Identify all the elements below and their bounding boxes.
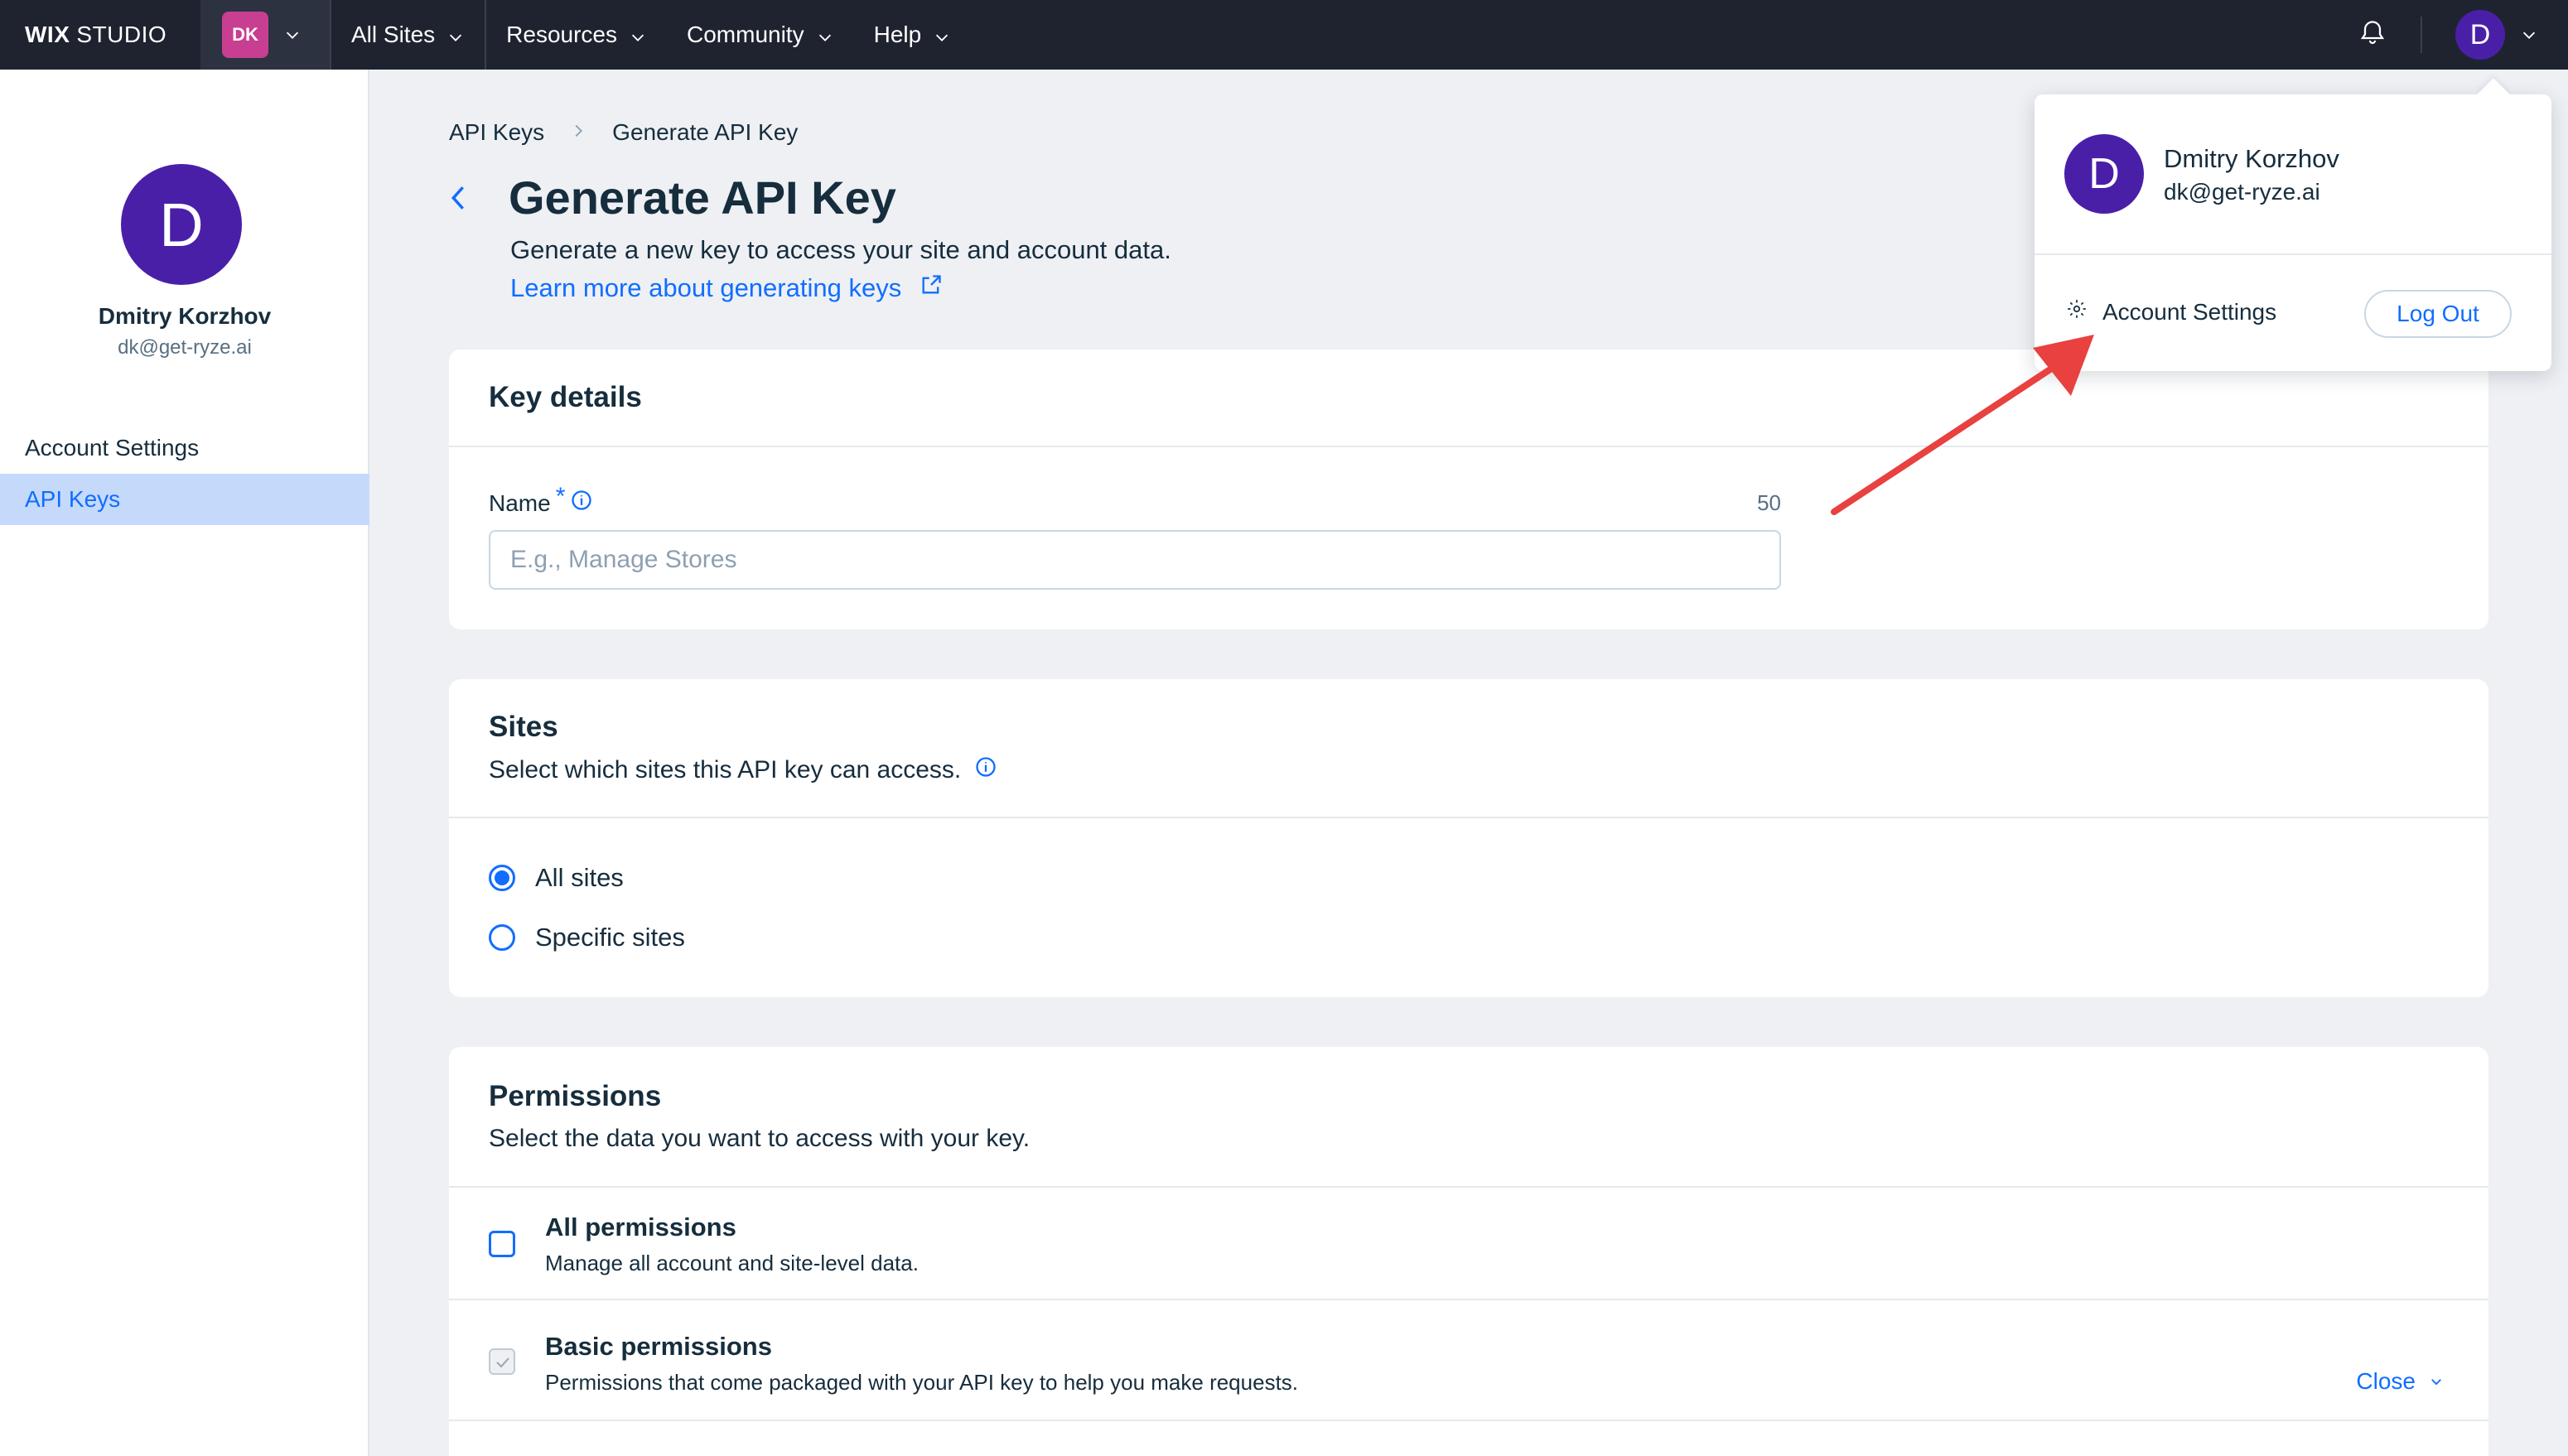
back-arrow-icon[interactable] [447,184,469,216]
nav-resources[interactable]: Resources [486,0,667,70]
character-counter: 50 [1757,490,1781,515]
radio-specific-sites-label: Specific sites [535,923,685,952]
dropdown-user-email: dk@get-ryze.ai [2164,179,2320,205]
top-right-actions: D [2358,0,2538,70]
logo-bold-text: WIX [25,22,70,47]
external-link-icon [920,273,943,303]
sidebar-user-name: Dmitry Korzhov [98,303,272,329]
all-permissions-title: All permissions [545,1213,736,1241]
radio-button[interactable] [489,924,515,951]
nav-community-label: Community [687,22,804,47]
chevron-down-icon [2520,26,2538,44]
gear-icon [2066,298,2088,325]
key-details-card: Key details Name * 50 [449,350,2488,629]
all-permissions-checkbox[interactable] [489,1231,515,1257]
bell-icon[interactable] [2358,18,2387,52]
dropdown-divider [2035,253,2551,255]
learn-more-label: Learn more about generating keys [510,273,902,302]
permissions-card: Permissions Select the data you want to … [449,1047,2488,1456]
breadcrumb-generate-api-key: Generate API Key [612,119,799,145]
nav-help[interactable]: Help [854,0,972,70]
basic-permissions-close-toggle[interactable]: Close [2356,1368,2444,1395]
nav-all-sites[interactable]: All Sites [331,0,485,70]
sites-card: Sites Select which sites this API key ca… [449,679,2488,997]
dropdown-account-settings[interactable]: Account Settings [2066,298,2276,325]
name-input[interactable] [489,530,1781,590]
sidebar-avatar: D [121,164,242,285]
name-label: Name * [489,483,593,518]
nav-all-sites-label: All Sites [351,22,436,47]
top-right-divider [2421,17,2422,53]
chevron-right-icon [569,119,587,146]
check-icon [496,1357,509,1368]
nav-community[interactable]: Community [667,0,854,70]
user-menu-toggle[interactable]: D [2455,10,2538,60]
logo-light-text: STUDIO [76,22,167,47]
basic-permissions-title: Basic permissions [545,1332,772,1361]
page-title: Generate API Key [509,171,896,224]
account-badge: DK [222,12,268,58]
close-toggle-label: Close [2356,1368,2416,1394]
dropdown-avatar: D [2064,134,2144,214]
account-switcher[interactable]: DK [200,0,331,70]
name-label-row: Name * 50 [489,483,1781,518]
sites-subtitle: Select which sites this API key can acce… [489,755,2449,785]
sites-header: Sites Select which sites this API key ca… [449,679,2488,818]
permissions-header: Permissions Select the data you want to … [449,1047,2488,1188]
permission-row-basic: Basic permissions Permissions that come … [449,1300,2488,1421]
radio-specific-sites[interactable]: Specific sites [489,923,685,952]
info-icon[interactable] [570,489,593,518]
info-icon[interactable] [974,755,997,785]
chevron-down-icon [447,26,465,44]
breadcrumb-api-keys[interactable]: API Keys [449,119,544,146]
sites-subtitle-text: Select which sites this API key can acce… [489,756,962,783]
radio-all-sites[interactable]: All sites [489,863,624,893]
page-subtitle: Generate a new key to access your site a… [510,235,1171,264]
sidebar-user-email: dk@get-ryze.ai [118,336,252,359]
chevron-down-icon [933,26,951,44]
wix-studio-logo[interactable]: WIX STUDIO [0,0,200,70]
sidebar: D Dmitry Korzhov dk@get-ryze.ai Account … [0,70,369,1456]
permission-row-all: All permissions Manage all account and s… [449,1188,2488,1300]
permissions-subtitle: Select the data you want to access with … [489,1125,1031,1152]
avatar: D [2455,10,2505,60]
dropdown-account-settings-label: Account Settings [2102,298,2277,325]
nav-help-label: Help [873,22,922,47]
dropdown-user-name: Dmitry Korzhov [2164,144,2339,173]
radio-all-sites-label: All sites [535,863,624,892]
breadcrumb: API Keys Generate API Key [449,119,798,146]
all-permissions-desc: Manage all account and site-level data. [545,1251,919,1275]
required-mark: * [555,482,566,510]
name-label-text: Name [489,489,551,516]
radio-button-checked[interactable] [489,865,515,891]
key-details-title: Key details [489,381,642,413]
permissions-title: Permissions [489,1080,662,1112]
learn-more-link[interactable]: Learn more about generating keys [510,273,943,303]
sidebar-item-account-settings[interactable]: Account Settings [0,422,369,474]
chevron-down-icon [2429,1368,2444,1395]
top-bar: WIX STUDIO DK All Sites Resources Communi… [0,0,2568,70]
chevron-down-icon [816,26,834,44]
sidebar-nav: Account Settings API Keys [0,422,369,525]
sidebar-item-api-keys[interactable]: API Keys [0,474,369,525]
log-out-button[interactable]: Log Out [2364,290,2512,338]
nav-resources-label: Resources [506,22,617,47]
user-dropdown: D Dmitry Korzhov dk@get-ryze.ai Account … [2035,94,2551,371]
chevron-down-icon [629,26,647,44]
chevron-down-icon [283,26,302,44]
basic-permissions-checkbox [489,1348,515,1375]
basic-permissions-desc: Permissions that come packaged with your… [545,1370,1299,1395]
sites-title: Sites [489,711,558,743]
